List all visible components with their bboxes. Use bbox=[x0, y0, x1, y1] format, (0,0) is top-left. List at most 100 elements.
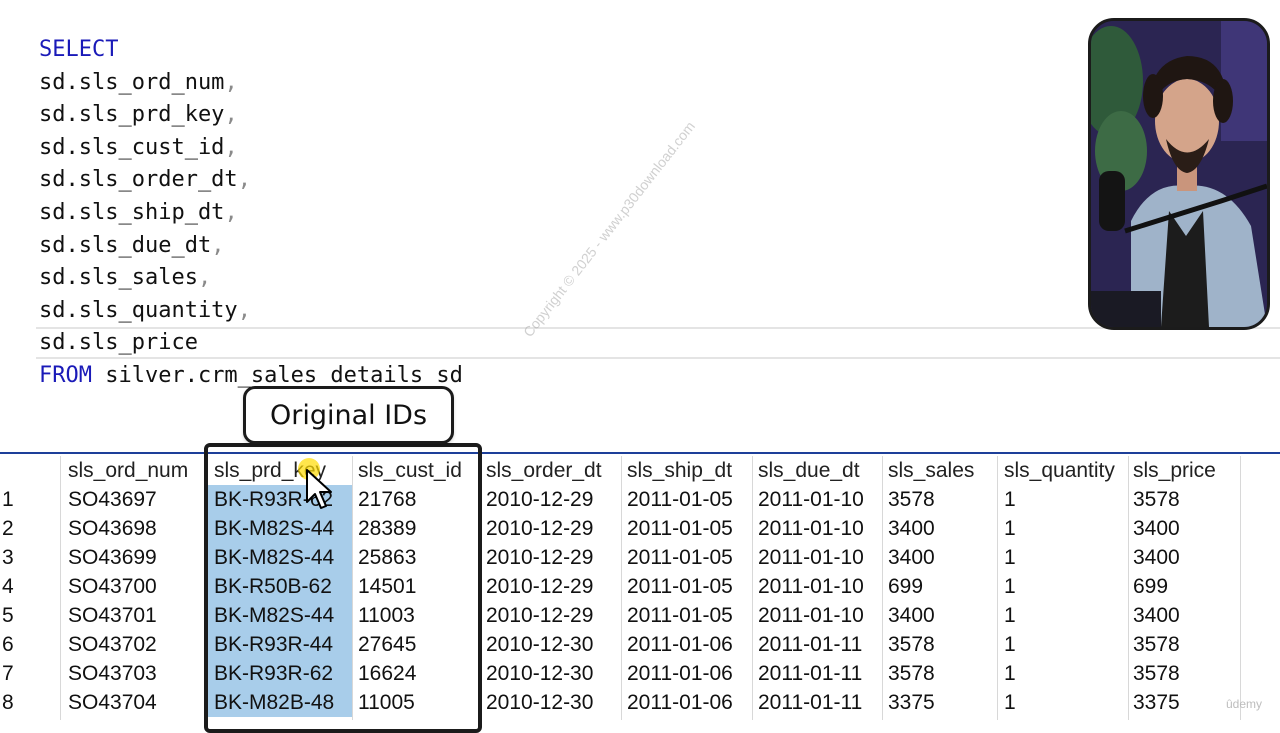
cell-row-number[interactable]: 5 bbox=[2, 601, 58, 630]
cell-price[interactable]: 3400 bbox=[1133, 543, 1239, 572]
column-header-order-dt[interactable]: sls_order_dt bbox=[486, 456, 620, 485]
results-divider bbox=[0, 452, 1280, 454]
code-line: sd.sls_ship_dt, bbox=[39, 198, 238, 228]
cell-quantity[interactable]: 1 bbox=[1004, 572, 1128, 601]
sql-comma: , bbox=[237, 167, 251, 193]
cell-quantity[interactable]: 1 bbox=[1004, 485, 1128, 514]
cell-price[interactable]: 3578 bbox=[1133, 630, 1239, 659]
cell-ship-dt[interactable]: 2011-01-06 bbox=[627, 659, 753, 688]
cell-sales[interactable]: 3578 bbox=[888, 630, 996, 659]
code-line: sd.sls_quantity, bbox=[39, 296, 251, 326]
cell-order-dt[interactable]: 2010-12-29 bbox=[486, 514, 620, 543]
cell-quantity[interactable]: 1 bbox=[1004, 601, 1128, 630]
cell-sales[interactable]: 3375 bbox=[888, 688, 996, 717]
code-line: SELECT bbox=[39, 35, 118, 65]
cell-quantity[interactable]: 1 bbox=[1004, 630, 1128, 659]
cell-due-dt[interactable]: 2011-01-11 bbox=[758, 630, 884, 659]
sql-comma: , bbox=[197, 265, 212, 291]
table-row[interactable]: 7 SO43703 BK-R93R-62 16624 2010-12-30 2011-01… bbox=[0, 659, 1240, 688]
cell-ord-num[interactable]: SO43697 bbox=[68, 485, 206, 514]
cell-ord-num[interactable]: SO43699 bbox=[68, 543, 206, 572]
sql-text: sd.sls_ship_dt bbox=[39, 200, 225, 225]
cell-row-number[interactable]: 2 bbox=[2, 514, 58, 543]
results-header-row: sls_ord_num sls_prd_key sls_cust_id sls_ord… bbox=[0, 456, 1240, 485]
cell-due-dt[interactable]: 2011-01-10 bbox=[758, 485, 884, 514]
cell-order-dt[interactable]: 2010-12-29 bbox=[486, 601, 620, 630]
cell-quantity[interactable]: 1 bbox=[1004, 659, 1128, 688]
cell-price[interactable]: 3578 bbox=[1133, 659, 1239, 688]
cell-ship-dt[interactable]: 2011-01-05 bbox=[627, 485, 753, 514]
cell-sales[interactable]: 3400 bbox=[888, 514, 996, 543]
table-row[interactable]: 8 SO43704 BK-M82B-48 11005 2010-12-30 2011-01… bbox=[0, 688, 1240, 717]
table-row[interactable]: 4 SO43700 BK-R50B-62 14501 2010-12-29 2011-01… bbox=[0, 572, 1240, 601]
sql-text: sd.sls_sales bbox=[39, 265, 198, 291]
cell-price[interactable]: 3578 bbox=[1133, 485, 1239, 514]
code-line: sd.sls_cust_id, bbox=[39, 133, 238, 163]
cell-ship-dt[interactable]: 2011-01-05 bbox=[627, 572, 753, 601]
cell-ord-num[interactable]: SO43704 bbox=[68, 688, 206, 717]
table-row[interactable]: 2 SO43698 BK-M82S-44 28389 2010-12-29 2011-01… bbox=[0, 514, 1240, 543]
cell-price[interactable]: 3400 bbox=[1133, 514, 1239, 543]
cell-order-dt[interactable]: 2010-12-29 bbox=[486, 572, 620, 601]
sql-comma: , bbox=[224, 134, 238, 160]
column-header-price[interactable]: sls_price bbox=[1133, 456, 1239, 485]
cell-sales[interactable]: 3400 bbox=[888, 601, 996, 630]
column-header-due-dt[interactable]: sls_due_dt bbox=[758, 456, 884, 485]
cell-due-dt[interactable]: 2011-01-10 bbox=[758, 543, 884, 572]
cell-due-dt[interactable]: 2011-01-10 bbox=[758, 572, 884, 601]
cell-ship-dt[interactable]: 2011-01-06 bbox=[627, 688, 753, 717]
cell-sales[interactable]: 699 bbox=[888, 572, 996, 601]
sql-text: sd.sls_ord_num bbox=[39, 69, 225, 95]
column-header-quantity[interactable]: sls_quantity bbox=[1004, 456, 1128, 485]
cell-quantity[interactable]: 1 bbox=[1004, 543, 1128, 572]
cell-row-number[interactable]: 7 bbox=[2, 659, 58, 688]
column-header-ord-num[interactable]: sls_ord_num bbox=[68, 456, 206, 485]
cell-due-dt[interactable]: 2011-01-10 bbox=[758, 601, 884, 630]
cell-ship-dt[interactable]: 2011-01-05 bbox=[627, 543, 753, 572]
cell-order-dt[interactable]: 2010-12-29 bbox=[486, 543, 620, 572]
cell-price[interactable]: 3400 bbox=[1133, 601, 1239, 630]
sql-text: sd.sls_prd_key bbox=[39, 102, 225, 128]
table-row[interactable]: 5 SO43701 BK-M82S-44 11003 2010-12-29 2011-01… bbox=[0, 601, 1240, 630]
cell-row-number[interactable]: 6 bbox=[2, 630, 58, 659]
cell-row-number[interactable]: 8 bbox=[2, 688, 58, 717]
code-line: sd.sls_ord_num, bbox=[39, 68, 238, 98]
cell-ord-num[interactable]: SO43703 bbox=[68, 659, 206, 688]
cell-sales[interactable]: 3578 bbox=[888, 485, 996, 514]
current-line-highlight bbox=[36, 327, 1280, 359]
cell-ship-dt[interactable]: 2011-01-06 bbox=[627, 630, 753, 659]
table-row[interactable]: 6 SO43702 BK-R93R-44 27645 2010-12-30 2011-01… bbox=[0, 630, 1240, 659]
column-header-ship-dt[interactable]: sls_ship_dt bbox=[627, 456, 753, 485]
cell-row-number[interactable]: 3 bbox=[2, 543, 58, 572]
cell-quantity[interactable]: 1 bbox=[1004, 688, 1128, 717]
cell-ship-dt[interactable]: 2011-01-05 bbox=[627, 514, 753, 543]
cell-ord-num[interactable]: SO43700 bbox=[68, 572, 206, 601]
cell-ord-num[interactable]: SO43702 bbox=[68, 630, 206, 659]
table-row[interactable]: 3 SO43699 BK-M82S-44 25863 2010-12-29 2011-01… bbox=[0, 543, 1240, 572]
cell-due-dt[interactable]: 2011-01-11 bbox=[758, 688, 884, 717]
cell-ship-dt[interactable]: 2011-01-05 bbox=[627, 601, 753, 630]
column-header-sales[interactable]: sls_sales bbox=[888, 456, 996, 485]
cell-price[interactable]: 699 bbox=[1133, 572, 1239, 601]
sql-text: silver.crm_sales_details sd bbox=[91, 363, 463, 388]
cell-quantity[interactable]: 1 bbox=[1004, 514, 1128, 543]
column-header-row-number[interactable] bbox=[2, 456, 58, 485]
cell-order-dt[interactable]: 2010-12-30 bbox=[486, 630, 620, 659]
cell-row-number[interactable]: 1 bbox=[2, 485, 58, 514]
cell-ord-num[interactable]: SO43698 bbox=[68, 514, 206, 543]
table-row[interactable]: 1 SO43697 BK-R93R-62 21768 2010-12-29 2011-01… bbox=[0, 485, 1240, 514]
cell-due-dt[interactable]: 2011-01-10 bbox=[758, 514, 884, 543]
code-line: sd.sls_sales, bbox=[39, 263, 211, 293]
cell-sales[interactable]: 3400 bbox=[888, 543, 996, 572]
sql-comma: , bbox=[224, 200, 238, 225]
cell-order-dt[interactable]: 2010-12-30 bbox=[486, 688, 620, 717]
cell-price[interactable]: 3375 bbox=[1133, 688, 1239, 717]
cell-order-dt[interactable]: 2010-12-30 bbox=[486, 659, 620, 688]
cell-row-number[interactable]: 4 bbox=[2, 572, 58, 601]
cell-due-dt[interactable]: 2011-01-11 bbox=[758, 659, 884, 688]
cell-ord-num[interactable]: SO43701 bbox=[68, 601, 206, 630]
sql-comma: , bbox=[224, 69, 238, 95]
sql-text: sd.sls_price bbox=[39, 330, 198, 356]
cell-order-dt[interactable]: 2010-12-29 bbox=[486, 485, 620, 514]
cell-sales[interactable]: 3578 bbox=[888, 659, 996, 688]
